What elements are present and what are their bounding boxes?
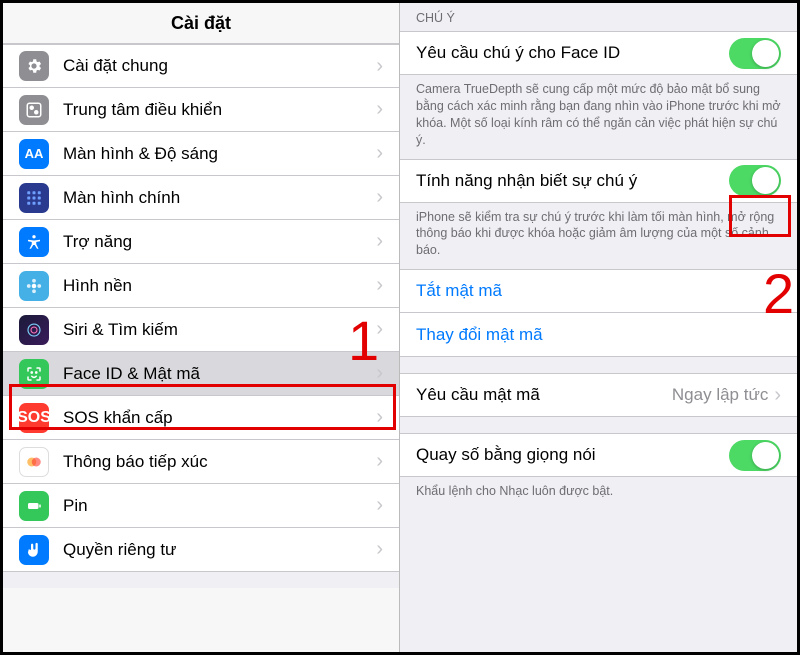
sidebar-item-label: Pin [63, 496, 370, 516]
sidebar-item-privacy[interactable]: Quyền riêng tư › [3, 528, 399, 572]
sidebar-item-label: SOS khẩn cấp [63, 408, 370, 428]
sidebar-item-accessibility[interactable]: Trợ năng › [3, 220, 399, 264]
sidebar-item-label: Trung tâm điều khiển [63, 100, 370, 120]
sidebar-item-sos[interactable]: SOS SOS khẩn cấp › [3, 396, 399, 440]
chevron-right-icon: › [376, 450, 383, 473]
chevron-right-icon: › [376, 362, 383, 385]
sidebar-item-siri[interactable]: Siri & Tìm kiếm › [3, 308, 399, 352]
row-require-attention-faceid[interactable]: Yêu cầu chú ý cho Face ID [400, 31, 797, 75]
row-change-passcode[interactable]: Thay đổi mật mã [400, 313, 797, 357]
row-value: Ngay lập tức [672, 385, 768, 405]
link-label: Thay đổi mật mã [416, 325, 543, 345]
text-size-icon: AA [19, 139, 49, 169]
sos-icon: SOS [19, 403, 49, 433]
chevron-right-icon: › [376, 494, 383, 517]
battery-icon [19, 491, 49, 521]
sidebar-item-wallpaper[interactable]: Hình nền › [3, 264, 399, 308]
sidebar-item-label: Màn hình chính [63, 188, 370, 208]
flower-icon [19, 271, 49, 301]
chevron-right-icon: › [774, 384, 781, 407]
sidebar-item-label: Cài đặt chung [63, 56, 370, 76]
chevron-right-icon: › [376, 538, 383, 561]
row-require-passcode[interactable]: Yêu cầu mật mã Ngay lập tức › [400, 373, 797, 417]
accessibility-icon [19, 227, 49, 257]
sidebar-item-label: Thông báo tiếp xúc [63, 452, 370, 472]
sidebar-item-control-center[interactable]: Trung tâm điều khiển › [3, 88, 399, 132]
page-title: Cài đặt [3, 3, 399, 44]
row-label: Tính năng nhận biết sự chú ý [416, 171, 729, 191]
settings-sidebar: Cài đặt Cài đặt chung › Trung tâm điều k… [3, 3, 400, 652]
hand-icon [19, 535, 49, 565]
chevron-right-icon: › [376, 98, 383, 121]
slider-icon [19, 95, 49, 125]
chevron-right-icon: › [376, 55, 383, 78]
sidebar-item-general[interactable]: Cài đặt chung › [3, 44, 399, 88]
sidebar-item-label: Màn hình & Độ sáng [63, 144, 370, 164]
chevron-right-icon: › [376, 406, 383, 429]
toggle-attention-faceid[interactable] [729, 38, 781, 69]
grid-icon [19, 183, 49, 213]
exposure-icon [19, 447, 49, 477]
sidebar-item-home-screen[interactable]: Màn hình chính › [3, 176, 399, 220]
chevron-right-icon: › [376, 186, 383, 209]
sidebar-item-label: Hình nền [63, 276, 370, 296]
row-label: Quay số bằng giọng nói [416, 445, 729, 465]
footer-attention-faceid: Camera TrueDepth sẽ cung cấp một mức độ … [400, 75, 797, 159]
chevron-right-icon: › [376, 230, 383, 253]
chevron-right-icon: › [376, 318, 383, 341]
toggle-attention-aware[interactable] [729, 165, 781, 196]
row-attention-aware[interactable]: Tính năng nhận biết sự chú ý [400, 159, 797, 203]
chevron-right-icon: › [376, 274, 383, 297]
row-turn-passcode-off[interactable]: Tắt mật mã [400, 269, 797, 313]
sidebar-item-label: Trợ năng [63, 232, 370, 252]
sidebar-item-label: Face ID & Mật mã [63, 364, 370, 384]
toggle-voice-dial[interactable] [729, 440, 781, 471]
link-label: Tắt mật mã [416, 281, 502, 301]
sidebar-item-display[interactable]: AA Màn hình & Độ sáng › [3, 132, 399, 176]
sidebar-item-label: Quyền riêng tư [63, 540, 370, 560]
siri-icon [19, 315, 49, 345]
section-header-attention: CHÚ Ý [400, 3, 797, 31]
sidebar-item-faceid-passcode[interactable]: Face ID & Mật mã › [3, 352, 399, 396]
sidebar-item-battery[interactable]: Pin › [3, 484, 399, 528]
chevron-right-icon: › [376, 142, 383, 165]
faceid-icon [19, 359, 49, 389]
row-label: Yêu cầu mật mã [416, 385, 672, 405]
row-voice-dial[interactable]: Quay số bằng giọng nói [400, 433, 797, 477]
sidebar-item-label: Siri & Tìm kiếm [63, 320, 370, 340]
detail-pane: CHÚ Ý Yêu cầu chú ý cho Face ID Camera T… [400, 3, 797, 652]
row-label: Yêu cầu chú ý cho Face ID [416, 43, 729, 63]
sidebar-item-exposure[interactable]: Thông báo tiếp xúc › [3, 440, 399, 484]
gear-icon [19, 51, 49, 81]
footer-attention-aware: iPhone sẽ kiểm tra sự chú ý trước khi là… [400, 203, 797, 270]
footer-voice-dial: Khẩu lệnh cho Nhạc luôn được bật. [400, 477, 797, 510]
